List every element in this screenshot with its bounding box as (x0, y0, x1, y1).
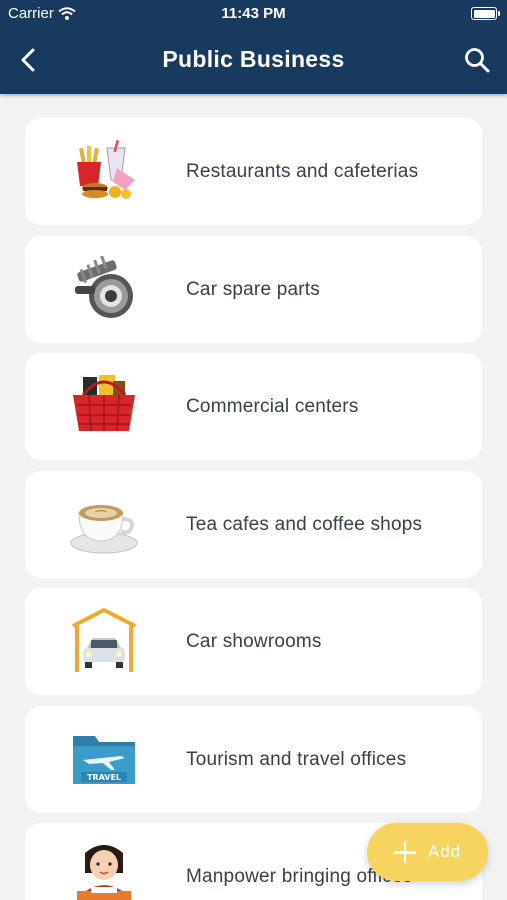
category-card-commercial-centers[interactable]: Commercial centers (25, 353, 482, 460)
category-label: Tea cafes and coffee shops (186, 513, 423, 535)
battery-icon (471, 7, 500, 20)
category-card-coffee-shops[interactable]: Tea cafes and coffee shops (25, 470, 482, 578)
car-showroom-icon (72, 608, 136, 672)
fast-food-icon (77, 139, 135, 199)
category-card-restaurants[interactable]: Restaurants and cafeterias (25, 118, 482, 225)
status-bar: Carrier 11:43 PM (0, 0, 507, 28)
category-label: Restaurants and cafeterias (186, 161, 419, 182)
travel-folder-icon: TRAVEL (73, 735, 135, 784)
category-label: Car spare parts (186, 278, 320, 300)
category-label: Car showrooms (186, 631, 322, 652)
office-worker-icon (77, 845, 131, 900)
nav-bar: Public Business (0, 28, 507, 94)
category-card-car-showrooms[interactable]: Car showrooms (25, 588, 482, 695)
category-label: Tourism and travel offices (186, 748, 407, 770)
gear-parts-icon (75, 255, 133, 318)
page-title: Public Business (162, 46, 345, 72)
svg-text:TRAVEL: TRAVEL (87, 773, 121, 782)
shopping-basket-icon (73, 375, 135, 432)
category-list: Restaurants and cafeterias Car spare par… (25, 118, 482, 900)
coffee-cup-icon (70, 504, 138, 553)
category-card-travel-offices[interactable]: TRAVEL Tourism and travel offices (25, 705, 482, 813)
category-card-car-parts[interactable]: Car spare parts (25, 235, 482, 343)
plus-icon (393, 841, 416, 863)
add-button-label: Add (427, 842, 462, 861)
status-time: 11:43 PM (221, 5, 286, 22)
category-label: Commercial centers (186, 396, 359, 417)
add-button[interactable]: Add (367, 823, 488, 881)
search-icon[interactable] (463, 46, 491, 74)
